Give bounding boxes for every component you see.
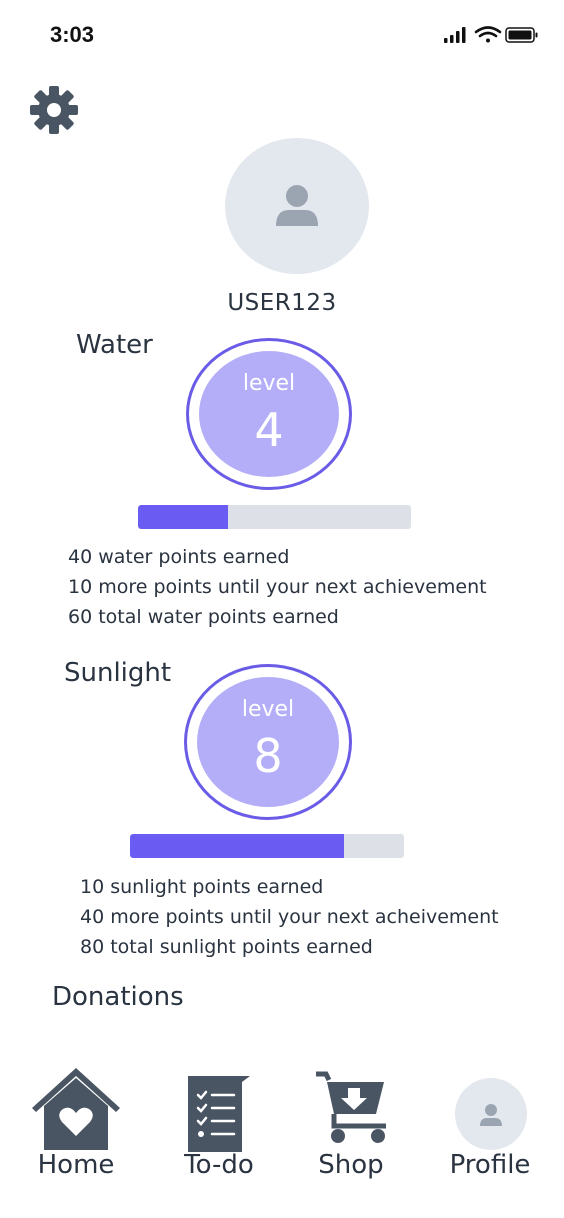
sunlight-points-total: 80 total sunlight points earned (80, 936, 373, 958)
nav-shop-label: Shop (318, 1150, 384, 1180)
settings-gear-icon[interactable] (28, 84, 80, 136)
person-icon (455, 1078, 527, 1150)
sunlight-progress-fill (130, 834, 344, 858)
username: USER123 (227, 290, 337, 316)
water-points-earned: 40 water points earned (68, 546, 290, 568)
nav-home-label: Home (37, 1150, 115, 1180)
water-level-inner: level 4 (199, 351, 339, 477)
status-bar: 3:03 (0, 0, 564, 70)
sunlight-points-earned: 10 sunlight points earned (80, 876, 324, 898)
nav-home[interactable]: Home (26, 1064, 126, 1194)
donations-section-title[interactable]: Donations (52, 982, 184, 1012)
sunlight-level-inner: level 8 (197, 677, 339, 807)
home-heart-icon (30, 1066, 122, 1154)
checklist-icon (186, 1074, 252, 1158)
nav-profile-label: Profile (449, 1150, 531, 1180)
avatar[interactable] (225, 138, 369, 274)
nav-shop[interactable]: Shop (304, 1064, 398, 1194)
battery-icon (505, 27, 538, 43)
status-icons (440, 24, 540, 46)
water-level-badge: level 4 (186, 338, 352, 490)
cart-icon (316, 1070, 388, 1148)
water-level-word: level (242, 371, 296, 396)
water-points-total: 60 total water points earned (68, 606, 339, 628)
sunlight-level-number: 8 (253, 729, 283, 783)
sunlight-level-badge: level 8 (184, 664, 352, 820)
water-progress-bar (138, 505, 411, 529)
nav-todo[interactable]: To-do (172, 1064, 266, 1194)
water-section-title: Water (76, 330, 153, 360)
sunlight-points-remaining: 40 more points until your next acheiveme… (80, 906, 499, 928)
status-time: 3:03 (50, 22, 95, 47)
water-level-number: 4 (254, 403, 284, 457)
signal-icon (444, 27, 466, 43)
water-points-remaining: 10 more points until your next achieveme… (68, 576, 487, 598)
person-icon (276, 185, 318, 226)
water-progress-fill (138, 505, 229, 529)
sunlight-progress-bar (130, 834, 404, 858)
nav-profile[interactable]: Profile (440, 1064, 540, 1194)
sunlight-section-title: Sunlight (64, 658, 172, 688)
nav-todo-label: To-do (184, 1150, 254, 1180)
wifi-icon (474, 26, 502, 43)
sunlight-level-word: level (241, 697, 295, 722)
